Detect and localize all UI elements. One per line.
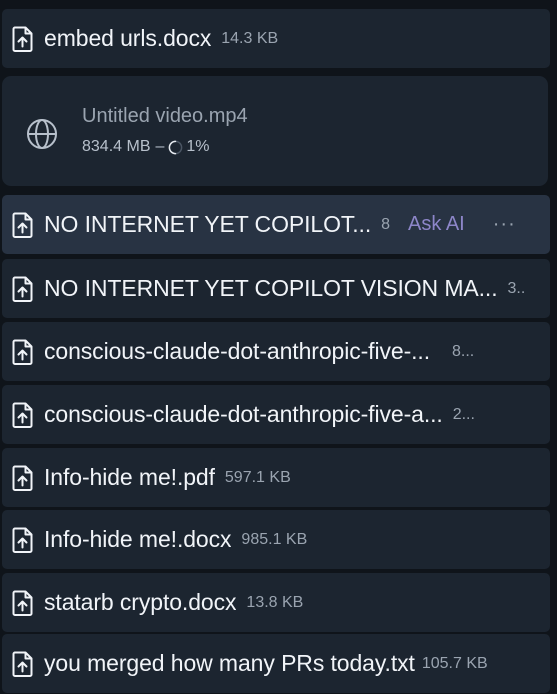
downloads-list: embed urls.docx 14.3 KB Untitled video.m… (0, 0, 557, 694)
file-name: conscious-claude-dot-anthropic-five-a... (44, 401, 443, 427)
file-name: embed urls.docx (44, 25, 212, 51)
download-item[interactable]: conscious-claude-dot-anthropic-five-a...… (2, 385, 550, 444)
file-name: NO INTERNET YET COPILOT VISION MA... (44, 275, 498, 301)
file-size: 597.1 KB (224, 468, 291, 486)
download-item[interactable]: you merged how many PRs today.txt 105.7 … (2, 634, 550, 693)
file-download-icon (11, 527, 35, 553)
separator: – (155, 138, 165, 155)
download-item[interactable]: Info-hide me!.docx 985.1 KB (2, 510, 550, 569)
download-item[interactable]: Info-hide me!.pdf 597.1 KB (2, 448, 550, 507)
downloaded-size: 834.4 MB (82, 138, 151, 155)
video-file-name: Untitled video.mp4 (82, 105, 248, 127)
file-name: you merged how many PRs today.txt (44, 650, 415, 676)
download-item[interactable]: NO INTERNET YET COPILOT... 8 Ask AI ··· (2, 195, 550, 254)
file-name: conscious-claude-dot-anthropic-five-... (44, 338, 430, 364)
file-download-icon (11, 276, 35, 302)
file-download-icon (11, 651, 35, 677)
file-size: 2... (452, 405, 475, 423)
download-item[interactable]: conscious-claude-dot-anthropic-five-... … (2, 322, 550, 381)
file-size: 8 (381, 215, 391, 233)
download-percent: 1% (186, 138, 210, 155)
file-name: Info-hide me!.pdf (44, 464, 215, 490)
file-size: 105.7 KB (421, 654, 488, 672)
more-options-button[interactable]: ··· (493, 213, 516, 236)
globe-icon (26, 118, 58, 150)
file-download-icon (11, 465, 35, 491)
file-size: 3.. (507, 279, 526, 297)
file-name: Info-hide me!.docx (44, 526, 232, 552)
file-name: NO INTERNET YET COPILOT... (44, 211, 372, 237)
file-download-icon (11, 339, 35, 365)
file-download-icon (11, 26, 35, 52)
file-size: 985.1 KB (241, 530, 308, 548)
file-download-icon (11, 590, 35, 616)
progress-spinner-icon (168, 140, 183, 155)
download-item[interactable]: statarb crypto.docx 13.8 KB (2, 573, 550, 632)
ask-ai-button[interactable]: Ask AI (408, 213, 465, 236)
file-size: 14.3 KB (221, 29, 279, 47)
file-size: 13.8 KB (246, 593, 304, 611)
download-progress-text: 834.4 MB – 1% (82, 138, 210, 156)
in-progress-download[interactable]: Untitled video.mp4 834.4 MB – 1% (2, 76, 548, 186)
file-size: 8... (452, 342, 475, 360)
file-download-icon (11, 212, 35, 238)
download-item[interactable]: NO INTERNET YET COPILOT VISION MA... 3.. (2, 259, 550, 318)
file-name: statarb crypto.docx (44, 589, 237, 615)
download-item[interactable]: embed urls.docx 14.3 KB (2, 9, 550, 68)
file-download-icon (11, 402, 35, 428)
